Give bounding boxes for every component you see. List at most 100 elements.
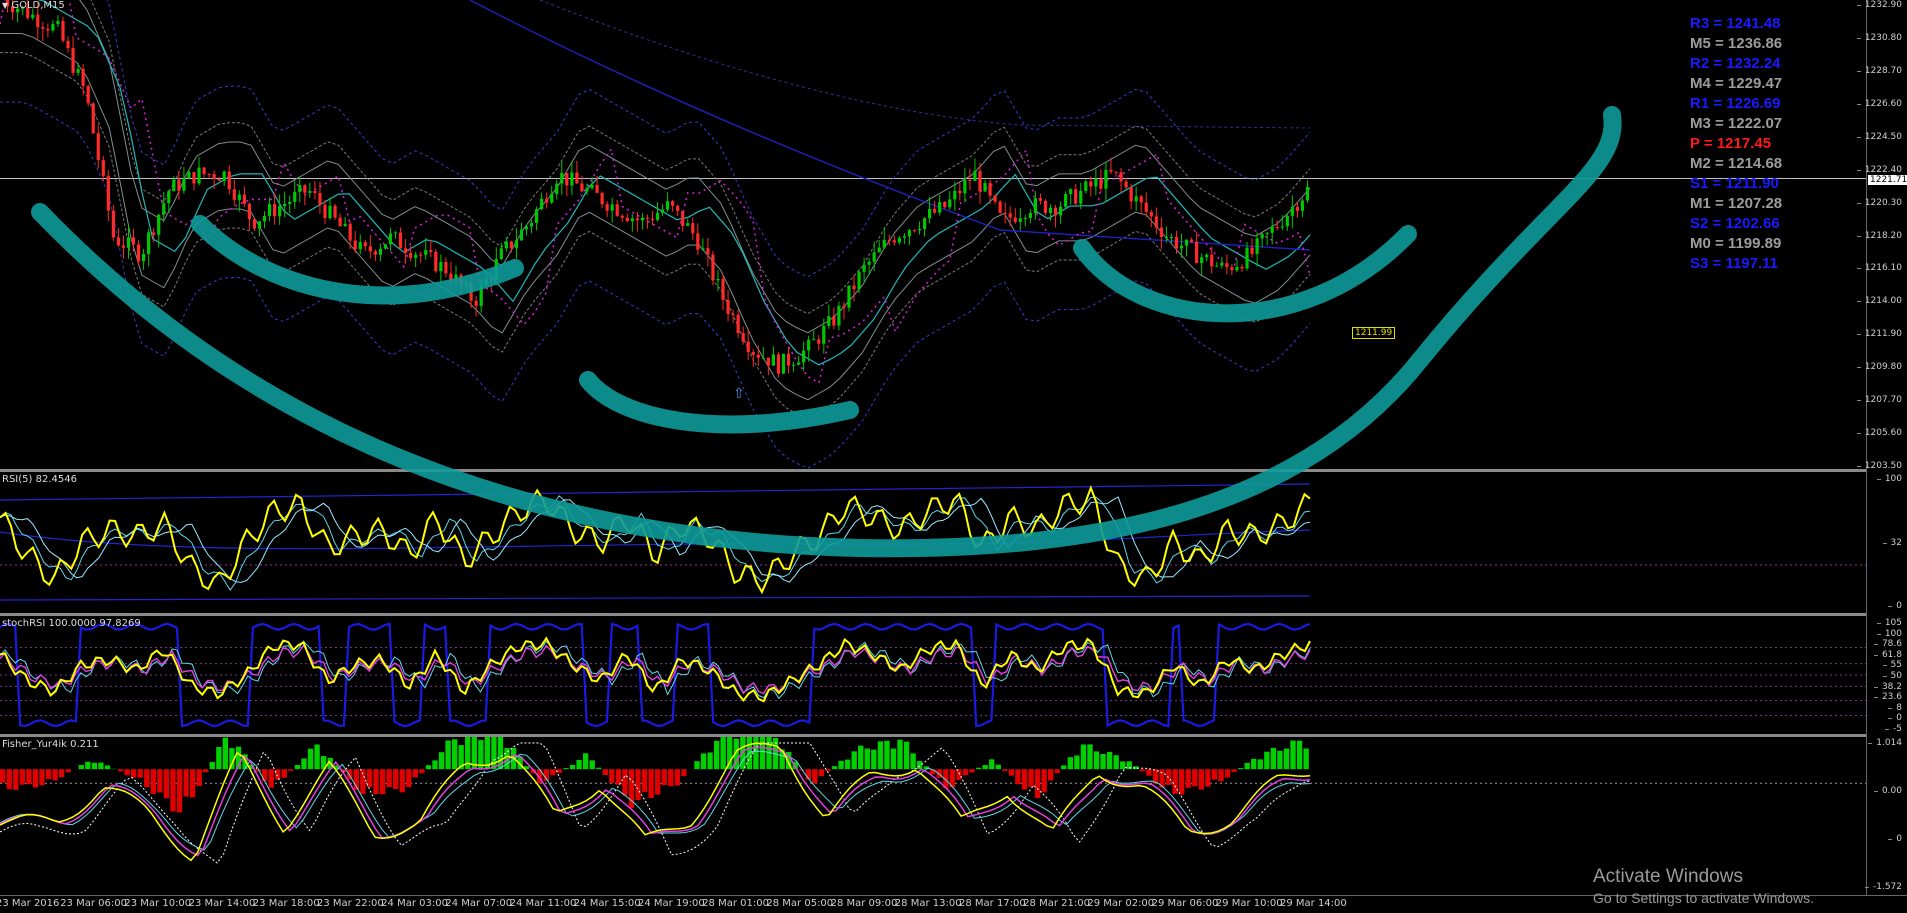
candle-body bbox=[439, 262, 442, 271]
fisher-histogram-bar bbox=[1258, 759, 1263, 769]
candle-body bbox=[737, 315, 740, 333]
time-axis-label: 28 Mar 05:00 bbox=[766, 898, 833, 909]
fisher-pane[interactable]: Fisher_Yur4ik 0.211 bbox=[0, 737, 1866, 895]
fisher-histogram-bar bbox=[203, 769, 208, 772]
fisher-histogram-bar bbox=[760, 737, 765, 769]
candle-body bbox=[656, 213, 659, 220]
candle-body bbox=[409, 253, 412, 258]
candle-body bbox=[1225, 263, 1228, 267]
candle-body bbox=[485, 279, 488, 285]
candle-body bbox=[686, 223, 689, 226]
fisher-histogram-bar bbox=[1251, 759, 1256, 769]
candle-body bbox=[706, 248, 709, 255]
fisher-histogram-bar bbox=[852, 751, 857, 769]
candle-body bbox=[1240, 267, 1243, 269]
fisher-histogram-bar bbox=[1140, 769, 1145, 771]
candle-body bbox=[696, 233, 699, 249]
candle-body bbox=[1114, 172, 1117, 173]
candle-body bbox=[243, 195, 246, 204]
rsi-upper-band bbox=[0, 484, 1310, 500]
fisher-histogram-bar bbox=[1041, 769, 1046, 792]
fisher-histogram-bar bbox=[20, 769, 25, 785]
stochrsi-label: stochRSI 100.0000 97.8269 bbox=[2, 618, 141, 629]
fisher-histogram-bar bbox=[98, 763, 103, 770]
candle-body bbox=[469, 283, 472, 301]
fisher-histogram-bar bbox=[753, 737, 758, 769]
candle-body bbox=[510, 242, 513, 249]
fisher-histogram-bar bbox=[648, 769, 653, 798]
fisher-histogram-bar bbox=[170, 769, 175, 811]
axis-tick-label: 61.8 bbox=[1882, 650, 1902, 660]
rsi-pane[interactable]: RSI(5) 82.4546 bbox=[0, 472, 1866, 613]
axis-tick-label: 1230.80 bbox=[1865, 33, 1902, 43]
candle-body bbox=[888, 240, 891, 241]
candle-body bbox=[197, 168, 200, 184]
candle-body bbox=[626, 218, 629, 221]
fisher-histogram-bar bbox=[668, 769, 673, 786]
fisher-histogram-bar bbox=[707, 752, 712, 769]
fisher-histogram-bar bbox=[1146, 769, 1151, 776]
candle-body bbox=[1215, 266, 1218, 267]
time-axis-label: 28 Mar 09:00 bbox=[831, 898, 898, 909]
time-axis-label: 24 Mar 11:00 bbox=[510, 898, 577, 909]
candle-body bbox=[1089, 182, 1092, 187]
fisher-histogram-bar bbox=[1231, 769, 1236, 772]
candle-body bbox=[480, 285, 483, 306]
fisher-chart bbox=[0, 737, 1866, 895]
fisher-histogram-bar bbox=[1290, 740, 1295, 769]
candle-body bbox=[218, 179, 221, 181]
fisher-histogram-bar bbox=[144, 769, 149, 787]
dropdown-triangle-icon[interactable]: ▼ bbox=[2, 1, 8, 10]
candle-body bbox=[575, 172, 578, 183]
fisher-histogram-bar bbox=[1264, 752, 1269, 769]
fisher-histogram-bar bbox=[956, 769, 961, 780]
fisher-histogram-bar bbox=[301, 759, 306, 770]
candle-body bbox=[782, 354, 785, 374]
fisher-histogram-bar bbox=[445, 740, 450, 769]
fisher-histogram-bar bbox=[596, 768, 601, 770]
candle-body bbox=[968, 180, 971, 181]
time-axis-label: 29 Mar 06:00 bbox=[1152, 898, 1219, 909]
fisher-histogram-bar bbox=[1048, 769, 1053, 780]
candle-body bbox=[1200, 257, 1203, 263]
rsi-label: RSI(5) 82.4546 bbox=[2, 474, 77, 485]
candle-body bbox=[550, 194, 553, 203]
candle-body bbox=[399, 232, 402, 248]
candle-body bbox=[757, 355, 760, 358]
stochrsi-pane[interactable]: stochRSI 100.0000 97.8269 bbox=[0, 616, 1866, 734]
candle-body bbox=[459, 275, 462, 285]
candle-body bbox=[1004, 213, 1007, 214]
candle-body bbox=[414, 255, 417, 258]
candle-body bbox=[490, 279, 493, 280]
fisher-histogram-bar bbox=[59, 769, 64, 777]
candle-body bbox=[51, 24, 54, 30]
candle-body bbox=[747, 342, 750, 352]
fisher-histogram-bar bbox=[845, 760, 850, 770]
fisher-histogram-bar bbox=[1015, 769, 1020, 784]
candle-body bbox=[611, 204, 614, 210]
candle-body bbox=[228, 172, 231, 190]
fisher-histogram-bar bbox=[360, 769, 365, 794]
time-axis-label: 28 Mar 21:00 bbox=[1023, 898, 1090, 909]
fisher-histogram-bar bbox=[1238, 768, 1243, 769]
candle-body bbox=[893, 240, 896, 242]
candle-body bbox=[913, 230, 916, 231]
candle-body bbox=[1084, 182, 1087, 191]
pivot-level-label: R2 = 1232.24 bbox=[1690, 56, 1781, 71]
candle-body bbox=[1210, 255, 1213, 267]
fisher-histogram-bar bbox=[701, 753, 706, 769]
fisher-histogram-bar bbox=[996, 765, 1001, 769]
fisher-histogram-bar bbox=[282, 769, 287, 777]
candle-body bbox=[333, 206, 336, 218]
symbol-label: ▼ GOLD,M15 bbox=[2, 0, 65, 11]
fisher-histogram-bar bbox=[118, 769, 123, 771]
candle-body bbox=[379, 249, 382, 255]
price-axis[interactable]: 1232.901230.801228.701226.601224.501222.… bbox=[1866, 0, 1907, 895]
candle-body bbox=[71, 48, 74, 73]
price-pane[interactable]: ⇧ ▼ GOLD,M15 R3 = 1241.48M5 = 1236.86R2 … bbox=[0, 0, 1866, 469]
candle-body bbox=[207, 174, 210, 175]
fisher-histogram-bar bbox=[1100, 754, 1105, 769]
fisher-histogram-bar bbox=[858, 746, 863, 770]
candle-body bbox=[283, 204, 286, 206]
candle-body bbox=[999, 202, 1002, 213]
